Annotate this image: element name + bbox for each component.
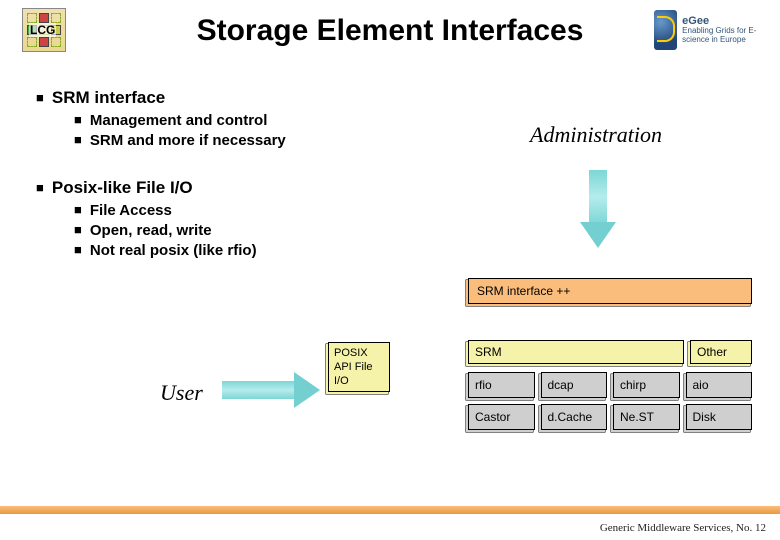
bullet-srm-item: Management and control — [74, 112, 780, 129]
srm-cell: SRM — [468, 340, 684, 364]
arrow-down-icon — [580, 170, 616, 248]
footer-text: Generic Middleware Services, No. 12 — [600, 523, 766, 534]
grid-cell: d.Cache — [541, 404, 608, 430]
bullet-posix-item: Not real posix (like rfio) — [74, 242, 780, 259]
egee-icon — [654, 10, 677, 50]
grid-cell: dcap — [541, 372, 608, 398]
egee-logo: eGee Enabling Grids for E-science in Eur… — [654, 8, 762, 52]
footer-bar — [0, 506, 780, 514]
bullet-posix-heading: Posix-like File I/O — [36, 178, 780, 198]
grid-cell: aio — [686, 372, 753, 398]
lcg-label: LCG — [29, 23, 56, 37]
grid-cell: chirp — [613, 372, 680, 398]
posix-api-box: POSIX API File I/O — [328, 342, 390, 392]
lcg-logo: LCG — [22, 8, 66, 52]
arrow-right-icon — [222, 372, 322, 408]
grid-cell: Disk — [686, 404, 753, 430]
slide-header: LCG Storage Element Interfaces eGee Enab… — [0, 0, 780, 64]
egee-tagline: Enabling Grids for E-science in Europe — [682, 26, 756, 44]
grid-cell: Ne.ST — [613, 404, 680, 430]
user-label: User — [160, 380, 203, 406]
slide-content: SRM interface Management and control SRM… — [0, 80, 780, 262]
srm-interface-box: SRM interface ++ — [468, 278, 752, 304]
middleware-row: SRM Other — [468, 340, 752, 364]
other-cell: Other — [690, 340, 752, 364]
bullet-posix-item: Open, read, write — [74, 222, 780, 239]
bullet-srm-heading: SRM interface — [36, 88, 780, 108]
administration-label: Administration — [530, 122, 662, 148]
grid-cell: rfio — [468, 372, 535, 398]
bullet-srm-item: SRM and more if necessary — [74, 132, 780, 149]
storage-grid: rfio dcap chirp aio Castor d.Cache Ne.ST… — [468, 372, 752, 430]
bullet-posix-item: File Access — [74, 202, 780, 219]
grid-cell: Castor — [468, 404, 535, 430]
